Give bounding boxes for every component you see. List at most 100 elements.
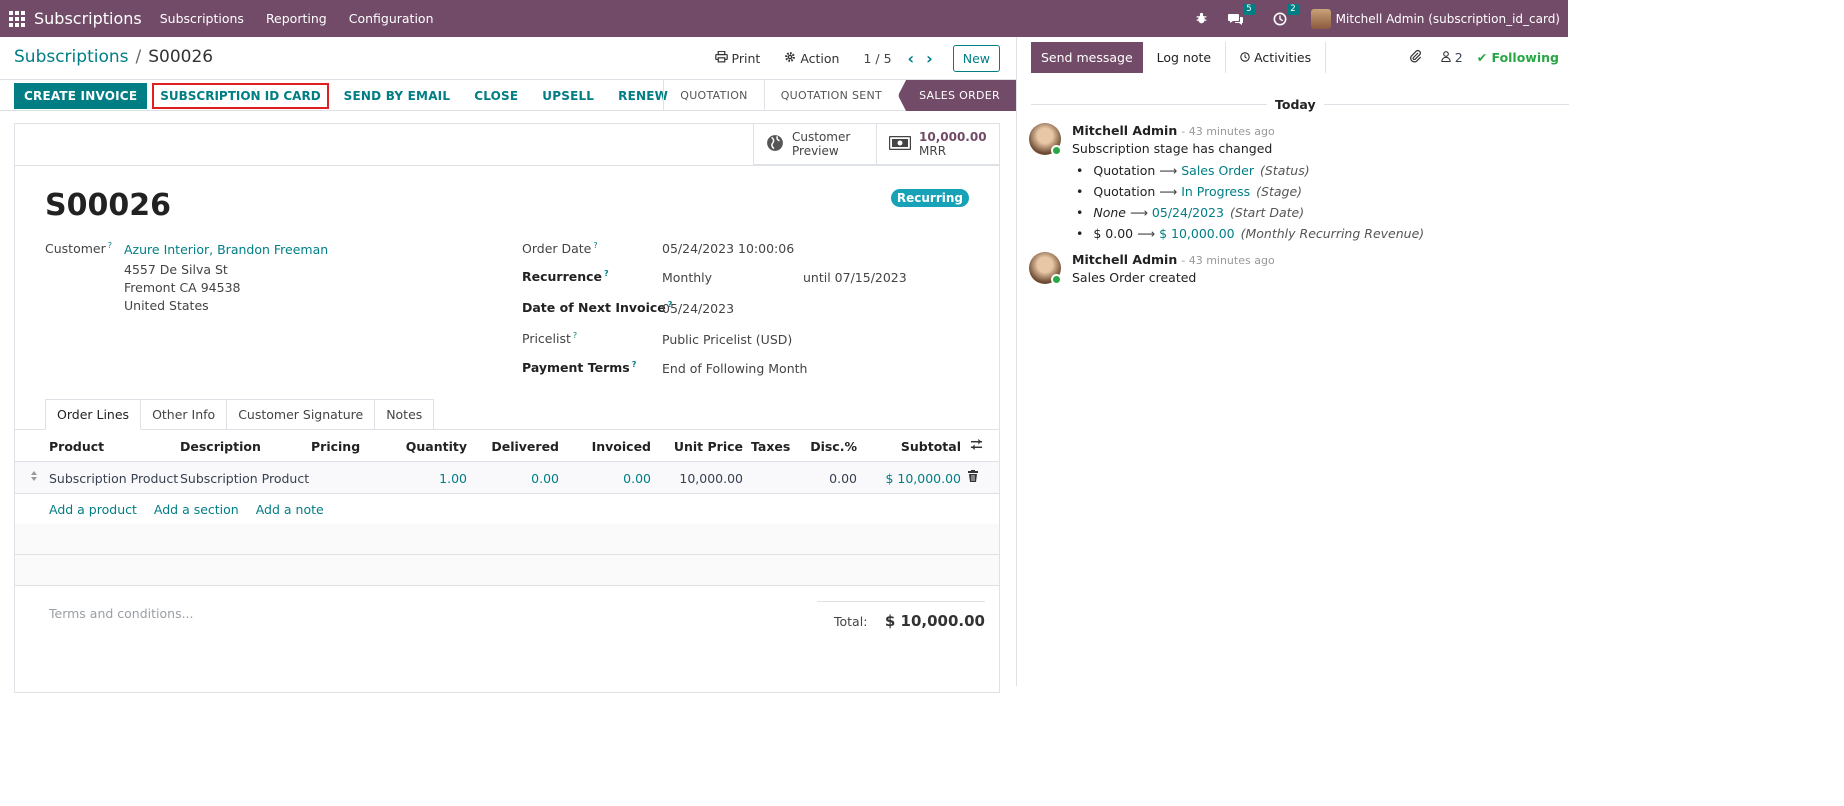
- recurrence-value[interactable]: Monthly: [662, 270, 712, 285]
- trash-icon[interactable]: [968, 470, 978, 485]
- activities-button[interactable]: Activities: [1226, 41, 1327, 73]
- online-status-icon: [1051, 145, 1062, 156]
- user-menu[interactable]: Mitchell Admin (subscription_id_card): [1310, 8, 1560, 29]
- message-text: Subscription stage has changed: [1072, 141, 1273, 156]
- mrr-stat-button[interactable]: 10,000.00 MRR: [876, 124, 999, 164]
- add-section-link[interactable]: Add a section: [154, 502, 239, 517]
- recurring-badge: Recurring: [890, 189, 969, 207]
- row-discount[interactable]: 0.00: [829, 471, 857, 486]
- control-panel: Subscriptions / S00026 Print Action 1 / …: [0, 37, 1016, 80]
- column-pricing[interactable]: Pricing: [311, 439, 360, 454]
- add-note-link[interactable]: Add a note: [256, 502, 324, 517]
- payment-terms-value[interactable]: End of Following Month: [662, 361, 807, 376]
- recurrence-label: Recurrence?: [522, 269, 609, 285]
- debug-bug-icon[interactable]: [1193, 10, 1211, 28]
- send-message-button[interactable]: Send message: [1031, 41, 1143, 73]
- new-button[interactable]: New: [952, 44, 1000, 72]
- subscription-id-card-button[interactable]: SUBSCRIPTION ID CARD: [152, 83, 329, 109]
- divider: [15, 165, 999, 166]
- message-author[interactable]: Mitchell Admin: [1072, 123, 1177, 138]
- terms-input[interactable]: Terms and conditions...: [49, 606, 194, 621]
- recurrence-until-value[interactable]: until 07/15/2023: [803, 270, 907, 285]
- column-unit-price[interactable]: Unit Price: [674, 439, 743, 454]
- column-quantity[interactable]: Quantity: [406, 439, 467, 454]
- column-product[interactable]: Product: [49, 439, 104, 454]
- print-button[interactable]: Print: [714, 50, 760, 66]
- chat-count-badge: 5: [1243, 3, 1255, 15]
- pager-value[interactable]: 1 / 5: [863, 51, 891, 66]
- row-unit-price[interactable]: 10,000.00: [679, 471, 743, 486]
- close-button[interactable]: CLOSE: [465, 83, 527, 109]
- chat-messages-icon[interactable]: 5: [1227, 3, 1255, 28]
- activity-clock-icon[interactable]: 2: [1271, 3, 1299, 28]
- help-icon[interactable]: ?: [632, 360, 637, 369]
- row-invoiced[interactable]: 0.00: [623, 471, 651, 486]
- tab-customer-signature[interactable]: Customer Signature: [227, 399, 376, 430]
- date-separator-label: Today: [1267, 97, 1324, 112]
- column-taxes[interactable]: Taxes: [751, 439, 790, 454]
- tab-notes[interactable]: Notes: [375, 399, 435, 430]
- stage-sales-order[interactable]: SALES ORDER: [898, 80, 1016, 111]
- help-icon[interactable]: ?: [604, 269, 609, 278]
- pricelist-value[interactable]: Public Pricelist (USD): [662, 332, 792, 347]
- column-delivered[interactable]: Delivered: [491, 439, 559, 454]
- send-by-email-button[interactable]: SEND BY EMAIL: [335, 83, 460, 109]
- column-description[interactable]: Description: [180, 439, 261, 454]
- empty-row: [15, 555, 999, 586]
- followers-button[interactable]: 2: [1440, 50, 1463, 65]
- add-product-link[interactable]: Add a product: [49, 502, 137, 517]
- row-product[interactable]: Subscription Product: [49, 471, 178, 486]
- arrow-right-icon: ⟶: [1137, 226, 1156, 241]
- action-button[interactable]: Action: [784, 51, 839, 66]
- user-icon: [1440, 50, 1455, 65]
- drag-handle-icon[interactable]: [29, 470, 39, 485]
- app-name[interactable]: Subscriptions: [34, 9, 142, 28]
- upsell-button[interactable]: UPSELL: [533, 83, 603, 109]
- column-subtotal[interactable]: Subtotal: [901, 439, 961, 454]
- customer-name-link[interactable]: Azure Interior, Brandon Freeman: [124, 242, 328, 257]
- payment-terms-label: Payment Terms?: [522, 360, 637, 376]
- next-invoice-label: Date of Next Invoice?: [522, 300, 673, 316]
- row-delivered[interactable]: 0.00: [531, 471, 559, 486]
- arrow-right-icon: ⟶: [1159, 163, 1178, 178]
- new-value: 05/24/2023: [1151, 205, 1224, 220]
- stage-quotation-sent[interactable]: QUOTATION SENT: [763, 80, 898, 111]
- table-row[interactable]: Subscription Product Subscription Produc…: [15, 462, 999, 494]
- column-discount[interactable]: Disc.%: [810, 439, 857, 454]
- customer-preview-button[interactable]: Customer Preview: [753, 124, 876, 164]
- paperclip-icon[interactable]: [1409, 49, 1421, 66]
- menu-reporting[interactable]: Reporting: [266, 11, 327, 26]
- row-quantity[interactable]: 1.00: [439, 471, 467, 486]
- tab-other-info[interactable]: Other Info: [141, 399, 228, 430]
- message-time: - 43 minutes ago: [1181, 125, 1275, 138]
- row-description[interactable]: Subscription Product: [180, 471, 309, 486]
- message-author[interactable]: Mitchell Admin: [1072, 252, 1177, 267]
- menu-configuration[interactable]: Configuration: [349, 11, 434, 26]
- menu-subscriptions[interactable]: Subscriptions: [160, 11, 244, 26]
- order-date-label: Order Date?: [522, 241, 598, 257]
- new-value: In Progress: [1181, 184, 1251, 199]
- status-bar: CREATE INVOICE SUBSCRIPTION ID CARD SEND…: [0, 80, 1016, 111]
- help-icon[interactable]: ?: [573, 331, 577, 340]
- help-icon[interactable]: ?: [108, 241, 112, 250]
- order-title: S00026: [45, 188, 171, 223]
- pager-previous-icon[interactable]: ‹: [908, 49, 915, 68]
- apps-menu-icon[interactable]: [0, 0, 34, 37]
- column-invoiced[interactable]: Invoiced: [592, 439, 651, 454]
- breadcrumb-parent[interactable]: Subscriptions: [14, 47, 128, 67]
- following-button[interactable]: ✔ Following: [1477, 50, 1559, 65]
- printer-icon: [714, 50, 728, 66]
- pager-next-icon[interactable]: ›: [926, 49, 933, 68]
- tab-order-lines[interactable]: Order Lines: [45, 399, 142, 430]
- help-icon[interactable]: ?: [593, 241, 597, 250]
- online-status-icon: [1051, 274, 1062, 285]
- activities-label: Activities: [1254, 49, 1312, 65]
- optional-columns-toggle-icon[interactable]: [970, 438, 983, 454]
- log-note-button[interactable]: Log note: [1143, 41, 1227, 73]
- next-invoice-value[interactable]: 05/24/2023: [662, 301, 734, 316]
- order-date-value[interactable]: 05/24/2023 10:00:06: [662, 241, 794, 256]
- create-invoice-button[interactable]: CREATE INVOICE: [14, 83, 148, 109]
- message-text: Sales Order created: [1072, 270, 1197, 285]
- old-value: $ 0.00: [1093, 226, 1134, 241]
- stage-quotation[interactable]: QUOTATION: [663, 80, 763, 111]
